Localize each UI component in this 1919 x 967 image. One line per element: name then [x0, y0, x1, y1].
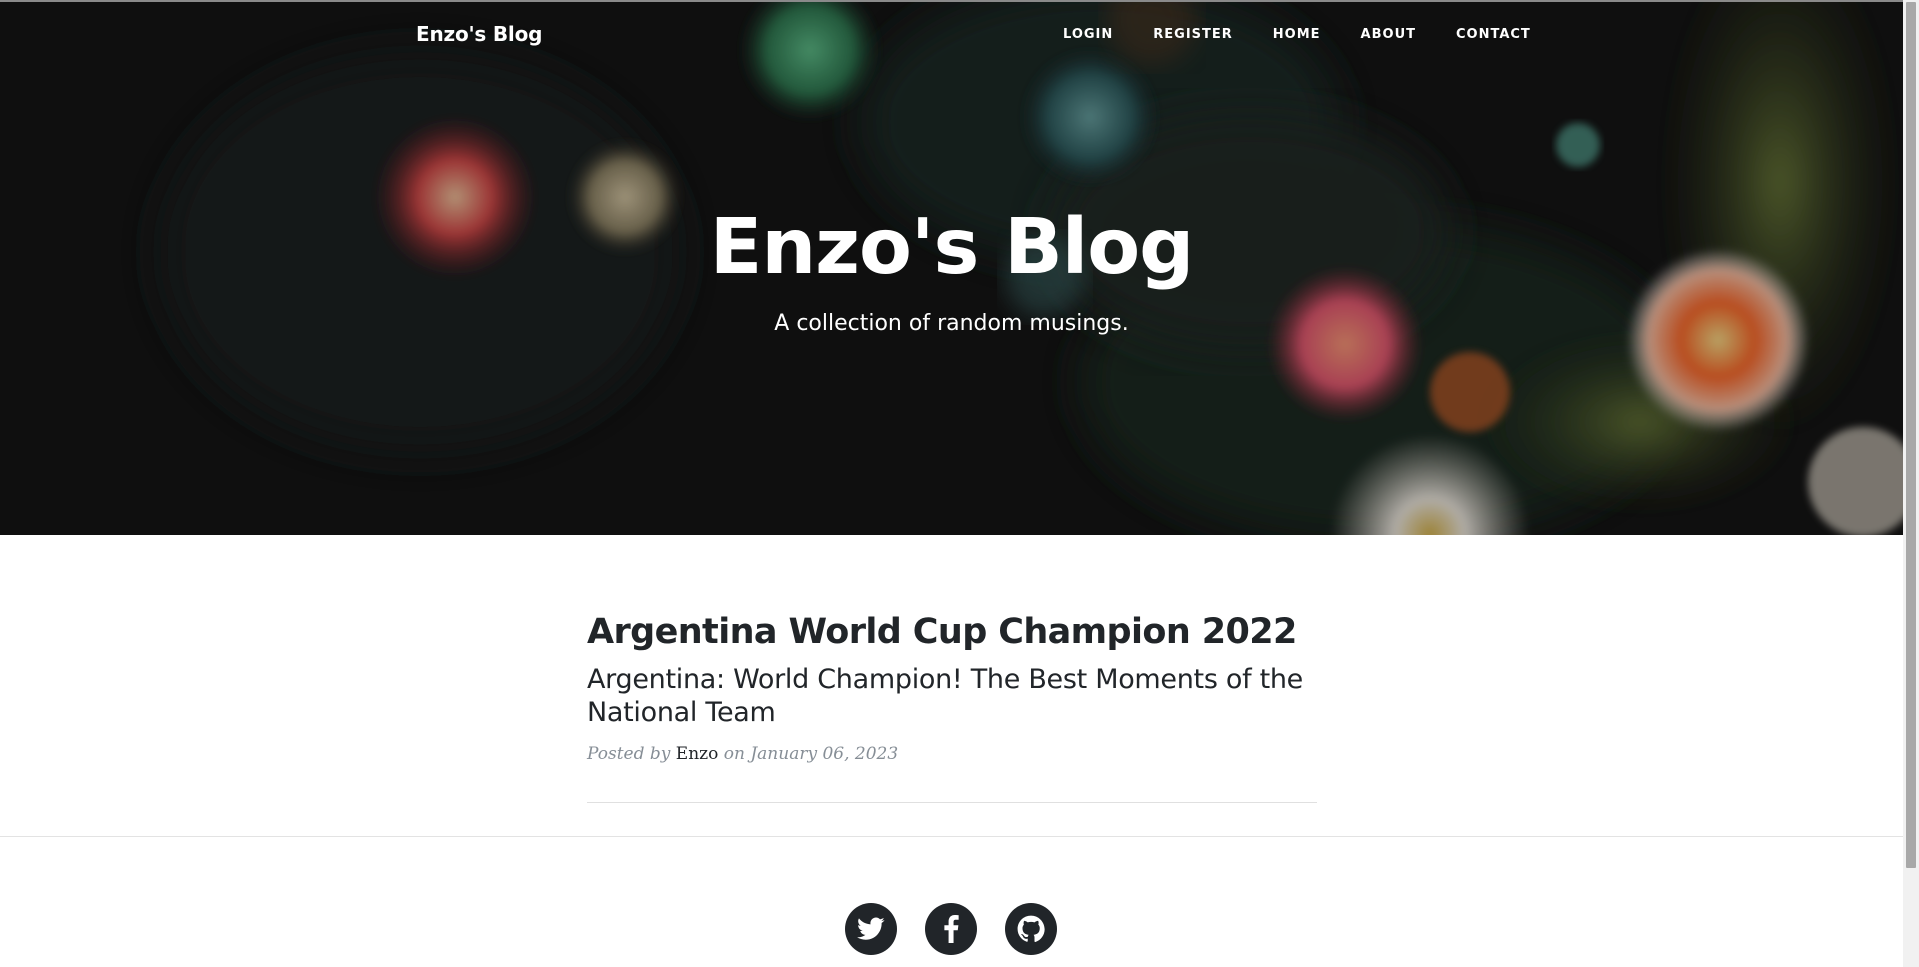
facebook-button[interactable] — [925, 903, 977, 955]
nav-links: LOGIN REGISTER HOME ABOUT CONTACT — [1063, 27, 1531, 42]
navbar: Enzo's Blog LOGIN REGISTER HOME ABOUT CO… — [0, 2, 1903, 72]
social-links — [845, 903, 1057, 955]
nav-link-register[interactable]: REGISTER — [1153, 27, 1233, 42]
post-divider — [587, 802, 1317, 803]
post-title[interactable]: Argentina World Cup Champion 2022 — [587, 612, 1317, 652]
window-top-edge — [0, 0, 1903, 2]
github-icon — [1017, 915, 1045, 942]
site-title: Enzo's Blog — [709, 203, 1194, 292]
post-subtitle[interactable]: Argentina: World Champion! The Best Mome… — [587, 664, 1317, 730]
post-author-link[interactable]: Enzo — [676, 744, 719, 764]
site-subtitle: A collection of random musings. — [774, 311, 1129, 336]
nav-link-home[interactable]: HOME — [1273, 27, 1321, 42]
github-button[interactable] — [1005, 903, 1057, 955]
masthead: Enzo's Blog LOGIN REGISTER HOME ABOUT CO… — [0, 2, 1903, 535]
nav-link-login[interactable]: LOGIN — [1063, 27, 1113, 42]
nav-link-about[interactable]: ABOUT — [1361, 27, 1416, 42]
post-meta-on: on — [723, 744, 745, 765]
vertical-scrollbar[interactable] — [1903, 0, 1919, 967]
nav-link-contact[interactable]: CONTACT — [1456, 27, 1531, 42]
footer-divider — [0, 836, 1903, 837]
page: Enzo's Blog LOGIN REGISTER HOME ABOUT CO… — [0, 0, 1903, 967]
facebook-icon — [944, 915, 959, 943]
post-meta-prefix: Posted by — [587, 744, 671, 765]
twitter-button[interactable] — [845, 903, 897, 955]
navbar-brand[interactable]: Enzo's Blog — [416, 22, 542, 46]
post-preview: Argentina World Cup Champion 2022 Argent… — [587, 612, 1317, 764]
post-meta: Posted by Enzo on January 06, 2023 — [587, 744, 1317, 764]
twitter-icon — [857, 917, 885, 940]
scrollbar-thumb[interactable] — [1906, 2, 1916, 868]
post-date: January 06, 2023 — [750, 744, 899, 765]
